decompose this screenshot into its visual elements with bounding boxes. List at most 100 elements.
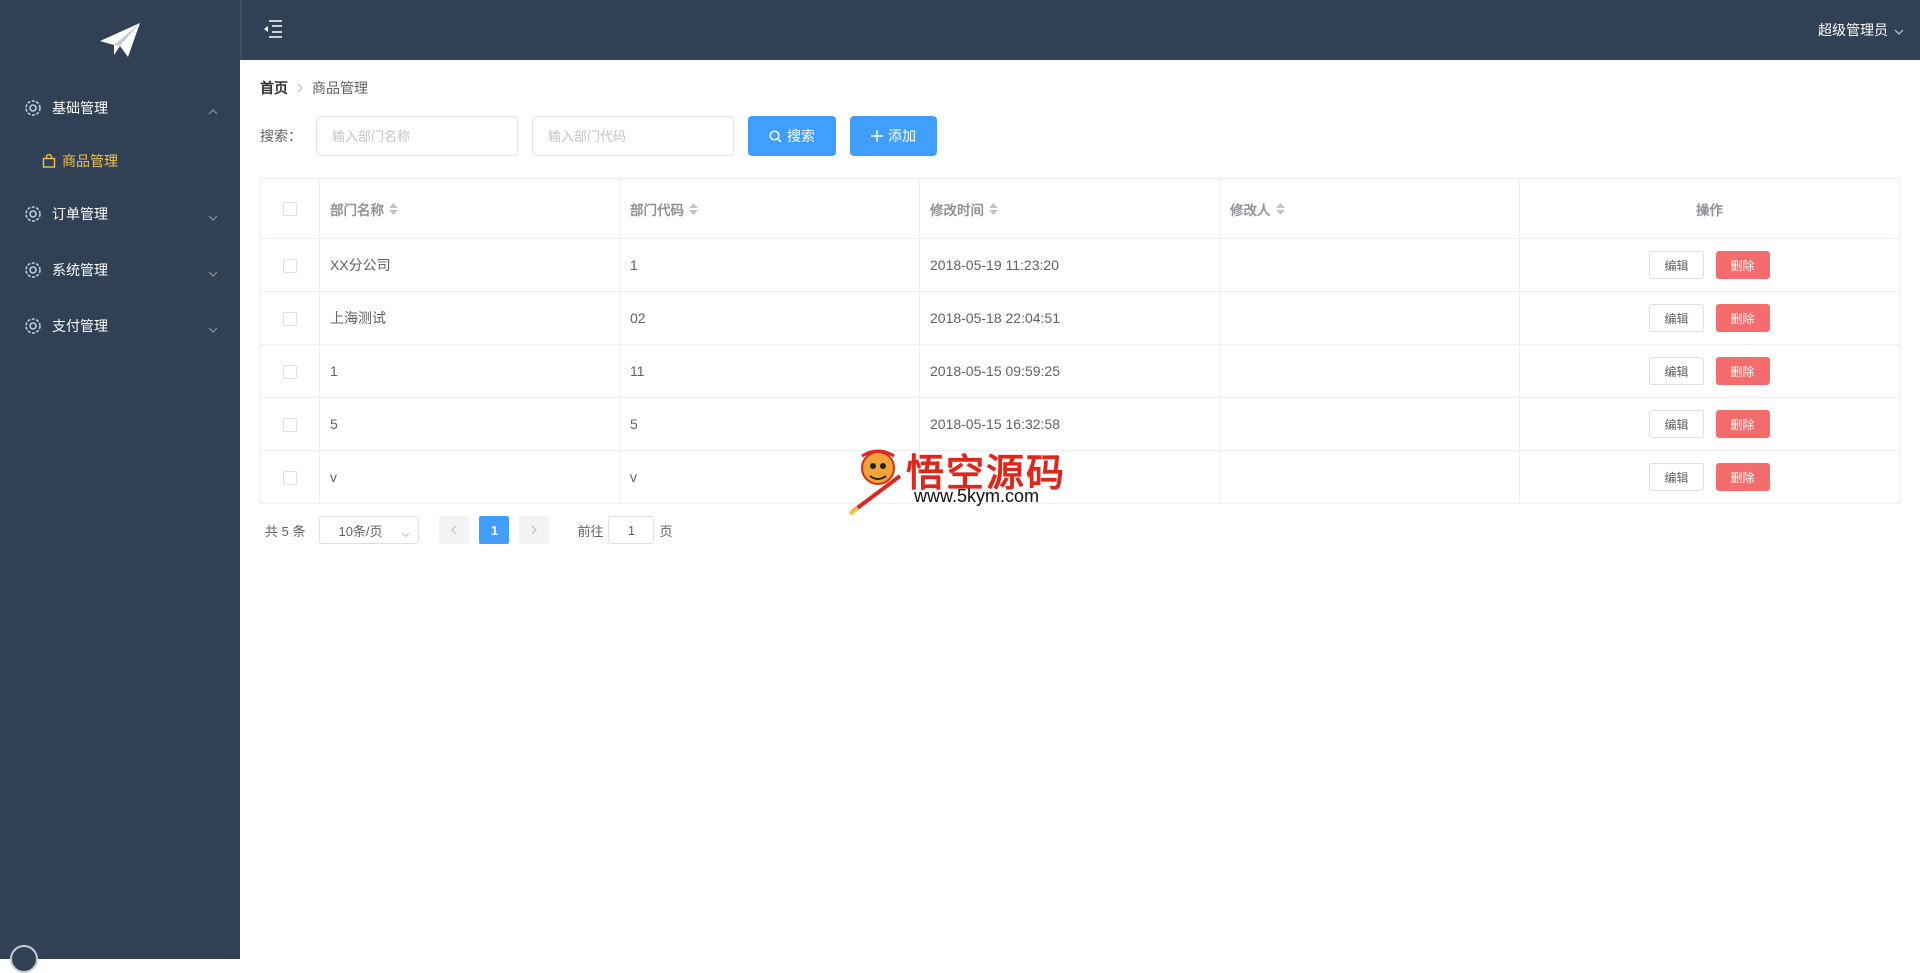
breadcrumb-home[interactable]: 首页 [260,78,288,98]
row-check-cell [260,397,320,451]
breadcrumb-current: 商品管理 [312,80,368,96]
goto-label: 前往 [577,523,604,539]
menu-system-management[interactable]: 系统管理 [0,242,240,298]
table-row: 5 5 2018-05-15 16:32:58 编辑 删除 [260,397,1900,451]
edit-button[interactable]: 编辑 [1649,463,1704,491]
add-button[interactable]: 添加 [850,116,937,156]
cell-ops: 编辑 删除 [1519,238,1900,292]
menu-payment-management[interactable]: 支付管理 [0,298,240,354]
row-checkbox[interactable] [283,471,297,486]
cell-time: 2018-05-18 22:04:51 [919,291,1220,345]
select-all-checkbox[interactable] [283,202,297,217]
top-header: 超级管理员 [240,0,1920,60]
chevron-left-icon [451,525,457,535]
edit-button[interactable]: 编辑 [1649,251,1704,279]
row-checkbox[interactable] [283,365,297,380]
sort-icon[interactable] [989,203,998,218]
monkey-logo-icon [848,446,912,519]
row-checkbox[interactable] [283,312,297,327]
edit-button[interactable]: 编辑 [1649,304,1704,332]
delete-button[interactable]: 删除 [1715,251,1770,279]
menu-label: 系统管理 [52,262,108,278]
cell-code: 02 [619,291,920,345]
next-page-button[interactable] [519,516,550,544]
chevron-up-icon [208,102,218,118]
row-checkbox[interactable] [283,418,297,433]
goto-page-input[interactable] [608,516,655,544]
column-header-label: 修改时间 [930,202,984,218]
edit-button[interactable]: 编辑 [1649,410,1704,438]
select-all-cell [260,178,320,239]
department-code-input[interactable] [532,116,734,156]
chevron-down-icon [401,526,410,541]
cell-time: 2018-05-15 09:59:25 [919,344,1220,398]
row-checkbox[interactable] [283,259,297,274]
cell-name: 1 [319,344,620,398]
search-icon [769,129,782,143]
column-header[interactable]: 部门名称 [319,178,620,239]
cell-code: 11 [619,344,920,398]
search-button[interactable]: 搜索 [748,116,836,156]
column-header[interactable]: 修改时间 [919,178,1220,239]
gear-icon [24,261,42,279]
submenu-product-management[interactable]: 商品管理 [0,136,240,186]
column-header-label: 操作 [1696,202,1723,218]
shopping-bag-icon [42,154,56,168]
column-header[interactable]: 部门代码 [619,178,920,239]
department-name-input[interactable] [316,116,518,156]
delete-button[interactable]: 删除 [1715,304,1770,332]
gear-icon [24,317,42,335]
table-row: 1 11 2018-05-15 09:59:25 编辑 删除 [260,344,1900,398]
cell-user [1219,344,1520,398]
chevron-down-icon [208,264,218,280]
page-suffix: 页 [659,523,673,539]
delete-button[interactable]: 删除 [1715,357,1770,385]
edit-button[interactable]: 编辑 [1649,357,1704,385]
chevron-down-icon [208,208,218,224]
cell-name: v [319,450,620,504]
app-logo[interactable] [0,0,240,80]
column-header[interactable]: 修改人 [1219,178,1520,239]
cell-ops: 编辑 删除 [1519,450,1900,504]
menu-basic-management[interactable]: 基础管理 [0,80,240,136]
department-table: 部门名称 部门代码 修改时间 修改人 操作 XX分公司 1 2018-05-19… [260,178,1900,504]
column-header: 操作 [1519,178,1900,239]
gear-icon [24,205,42,223]
column-header-label: 修改人 [1230,202,1271,218]
chevron-right-icon [297,80,303,96]
row-check-cell [260,344,320,398]
row-check-cell [260,450,320,504]
delete-button[interactable]: 删除 [1715,463,1770,491]
sort-icon[interactable] [389,203,398,218]
menu-toggle-icon[interactable] [262,18,284,43]
page-number-current[interactable]: 1 [479,516,510,544]
page-size-select[interactable]: 10条/页 [319,516,420,544]
column-header-label: 部门名称 [330,202,384,218]
cell-user [1219,291,1520,345]
page-size-value: 10条/页 [338,523,383,539]
watermark: 悟空源码 www.5kym.com [848,442,1074,516]
cell-time: 2018-05-19 11:23:20 [919,238,1220,292]
breadcrumb: 首页 商品管理 [260,78,1900,98]
row-check-cell [260,291,320,345]
gear-icon [24,99,42,117]
sort-icon[interactable] [689,203,698,218]
menu-label: 支付管理 [52,318,108,334]
column-header-label: 部门代码 [630,202,684,218]
chevron-down-icon [208,320,218,336]
avatar[interactable] [10,945,38,973]
menu-order-management[interactable]: 订单管理 [0,186,240,242]
cell-ops: 编辑 删除 [1519,397,1900,451]
delete-button[interactable]: 删除 [1715,410,1770,438]
prev-page-button[interactable] [439,516,470,544]
sort-icon[interactable] [1275,203,1285,218]
user-dropdown[interactable]: 超级管理员 [1818,20,1904,40]
table-row: v v 编辑 删除 [260,450,1900,504]
cell-user [1219,450,1520,504]
menu-label: 订单管理 [52,206,108,222]
row-check-cell [260,238,320,292]
sidebar: 基础管理 商品管理 订单管理 系统管理 支付管理 [0,0,240,973]
table-row: XX分公司 1 2018-05-19 11:23:20 编辑 删除 [260,238,1900,292]
cell-name: 5 [319,397,620,451]
table-header-row: 部门名称 部门代码 修改时间 修改人 操作 [260,178,1900,239]
